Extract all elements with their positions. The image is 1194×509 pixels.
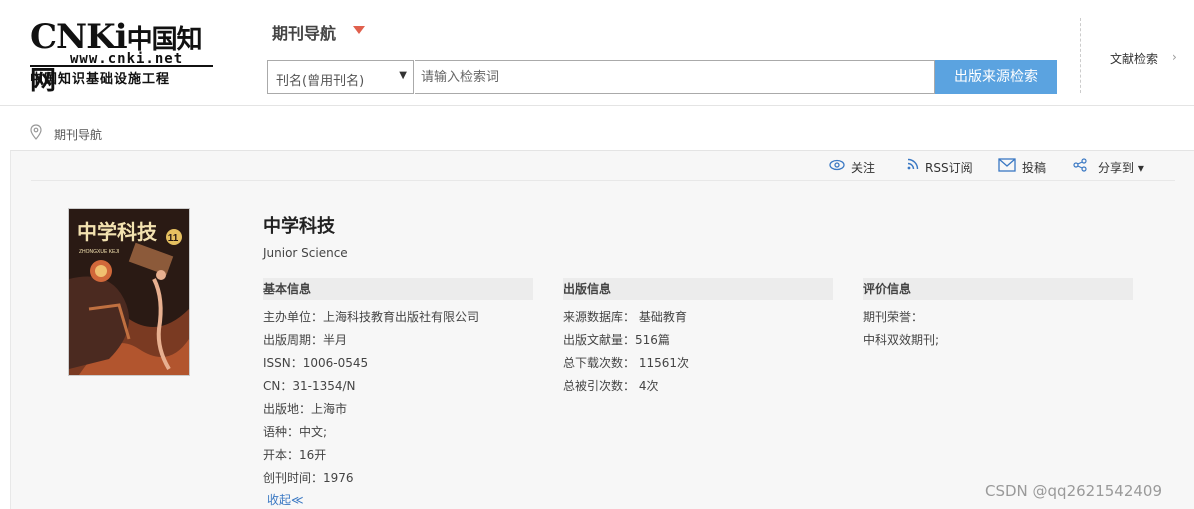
basic-info-section: 基本信息 主办单位：上海科技教育出版社有限公司 出版周期：半月 ISSN：100… — [263, 278, 533, 490]
search-field-select[interactable]: 刊名(曾用刊名) ▼ — [267, 60, 414, 94]
chevron-right-icon: › — [1172, 50, 1177, 64]
cover-pinyin-text: ZHONGXUE KEJI — [79, 249, 119, 255]
basic-info-header: 基本信息 — [263, 278, 533, 300]
mail-icon — [998, 158, 1016, 172]
share-icon — [1073, 158, 1087, 172]
header-divider — [1080, 18, 1081, 93]
caret-down-icon: ▼ — [399, 70, 407, 81]
search-input[interactable] — [415, 60, 935, 94]
submit-button[interactable]: 投稿 — [998, 158, 1048, 175]
info-row: 中科双效期刊; — [863, 333, 940, 347]
rss-label: RSS订阅 — [925, 161, 973, 175]
info-row: 开本：16开 — [263, 448, 327, 462]
eye-icon — [829, 159, 845, 171]
info-row: 出版文献量：516篇 — [563, 333, 670, 347]
watermark: CSDN @qq2621542409 — [985, 482, 1163, 500]
evaluation-info-header: 评价信息 — [863, 278, 1133, 300]
nav-dropdown-icon[interactable] — [353, 26, 365, 34]
action-toolbar: 关注 RSS订阅 投稿 分享到 ▾ — [31, 151, 1175, 181]
nav-title[interactable]: 期刊导航 — [272, 20, 336, 44]
logo-subtitle: 中国知识基础设施工程 — [30, 72, 171, 87]
journal-cover-image[interactable]: 11 中学科技 ZHONGXUE KEJI — [68, 208, 190, 376]
breadcrumb-item[interactable]: 期刊导航 — [54, 126, 102, 143]
cover-issue-text: 11 — [168, 233, 179, 244]
evaluation-info-section: 评价信息 期刊荣誉： 中科双效期刊; — [863, 278, 1133, 352]
collapse-link[interactable]: 收起≪ — [267, 491, 304, 508]
journal-panel: 关注 RSS订阅 投稿 分享到 ▾ 11 中学科技 ZHONGXUE KEJI … — [10, 150, 1194, 509]
doc-search-link[interactable]: 文献检索 › — [1110, 50, 1177, 67]
cnki-logo[interactable]: CNKi中国知网 www.cnki.net 中国知识基础设施工程 — [30, 18, 215, 96]
share-button[interactable]: 分享到 ▾ — [1073, 158, 1153, 175]
submit-label: 投稿 — [1022, 161, 1047, 175]
cover-illustration: 11 中学科技 ZHONGXUE KEJI — [69, 209, 189, 375]
info-row: 主办单位：上海科技教育出版社有限公司 — [263, 310, 480, 324]
publish-info-section: 出版信息 来源数据库： 基础教育 出版文献量：516篇 总下载次数： 11561… — [563, 278, 833, 398]
location-pin-icon — [30, 124, 42, 140]
journal-title: 中学科技 — [263, 216, 335, 237]
info-row: 出版地：上海市 — [263, 402, 348, 416]
info-row: 总下载次数： 11561次 — [563, 356, 689, 370]
top-header: CNKi中国知网 www.cnki.net 中国知识基础设施工程 期刊导航 刊名… — [0, 0, 1194, 106]
rss-button[interactable]: RSS订阅 — [907, 158, 977, 175]
info-row: 总被引次数： 4次 — [563, 379, 659, 393]
info-row: 创刊时间：1976 — [263, 471, 354, 485]
doc-search-label: 文献检索 — [1110, 52, 1159, 66]
info-row: CN：31-1354/N — [263, 379, 356, 393]
journal-english-title: Junior Science — [263, 246, 348, 260]
cover-title-text: 中学科技 — [77, 220, 158, 244]
info-row: 来源数据库： 基础教育 — [563, 310, 687, 324]
info-row: 语种：中文; — [263, 425, 328, 439]
rss-icon — [907, 158, 919, 170]
info-row: 出版周期：半月 — [263, 333, 348, 347]
follow-label: 关注 — [851, 161, 876, 175]
search-button[interactable]: 出版来源检索 — [935, 60, 1057, 94]
publish-info-header: 出版信息 — [563, 278, 833, 300]
follow-button[interactable]: 关注 — [829, 159, 879, 175]
info-row: 期刊荣誉： — [863, 310, 924, 324]
share-label: 分享到 ▾ — [1098, 161, 1144, 175]
logo-divider — [30, 65, 213, 67]
search-field-label: 刊名(曾用刊名) — [276, 74, 365, 89]
info-row: ISSN：1006-0545 — [263, 356, 369, 370]
